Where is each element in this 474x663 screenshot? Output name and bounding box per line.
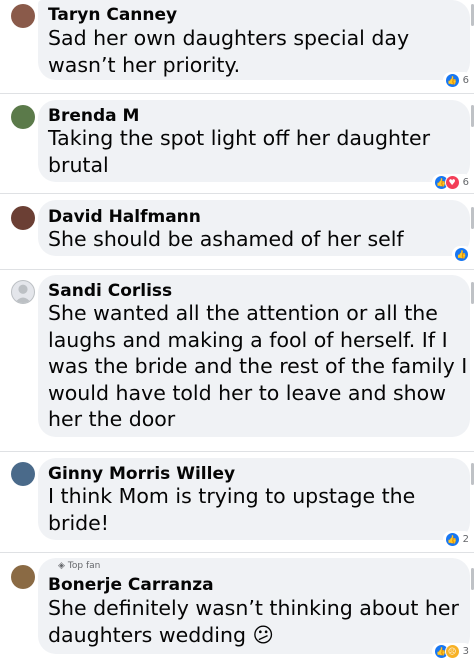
avatar[interactable] — [11, 462, 35, 486]
comment-bubble: Taryn Canney Sad her own daughters speci… — [38, 0, 470, 80]
reaction-summary[interactable]: 👍 6 — [442, 72, 472, 88]
reaction-count: 2 — [462, 533, 469, 545]
comment-item: Ginny Morris Willey I think Mom is tryin… — [0, 458, 474, 547]
divider — [0, 451, 474, 452]
sad-icon: ☹ — [444, 643, 460, 659]
comment-bubble: David Halfmann She should be ashamed of … — [38, 200, 470, 256]
commenter-name[interactable]: Brenda M — [48, 106, 139, 126]
divider — [0, 269, 474, 270]
like-icon: 👍 — [454, 246, 469, 262]
comment-text: I think Mom is trying to upstage the bri… — [48, 484, 416, 535]
top-fan-badge: ◈ Top fan — [58, 561, 100, 571]
reaction-summary[interactable]: 👍 2 — [442, 531, 472, 547]
divider — [0, 552, 474, 553]
comment-item: Taryn Canney Sad her own daughters speci… — [0, 0, 474, 92]
comment-item: Brenda M Taking the spot light off her d… — [0, 100, 474, 192]
reaction-summary[interactable]: 👍 — [452, 246, 472, 262]
divider — [0, 93, 474, 94]
divider — [0, 193, 474, 194]
comment-item: David Halfmann She should be ashamed of … — [0, 200, 474, 262]
love-icon: ♥ — [444, 174, 460, 190]
avatar[interactable] — [11, 206, 35, 230]
avatar[interactable] — [11, 280, 35, 304]
comment-item: Sandi Corliss She wanted all the attenti… — [0, 275, 474, 445]
comment-text: She wanted all the attention or all the … — [48, 301, 468, 431]
comment-bubble: Brenda M Taking the spot light off her d… — [38, 100, 470, 182]
comment-bubble: Ginny Morris Willey I think Mom is tryin… — [38, 458, 470, 540]
commenter-name[interactable]: Taryn Canney — [48, 5, 177, 25]
like-icon: 👍 — [444, 531, 460, 547]
reaction-count: 3 — [462, 645, 469, 657]
default-avatar-icon — [14, 284, 32, 303]
diamond-icon: ◈ — [58, 561, 65, 571]
comment-text: Sad her own daughters special day wasn’t… — [48, 26, 410, 77]
commenter-name[interactable]: Sandi Corliss — [48, 281, 172, 301]
reaction-count: 6 — [462, 74, 469, 86]
comment-text: She definitely wasn’t thinking about her… — [48, 596, 459, 647]
comment-text: Taking the spot light off her daughter b… — [48, 126, 431, 177]
reaction-summary[interactable]: 👍 ♥ 6 — [431, 174, 472, 190]
avatar[interactable] — [11, 565, 35, 589]
avatar[interactable] — [11, 4, 35, 28]
comment-item: ◈ Top fan Bonerje Carranza She definitely… — [0, 558, 474, 663]
commenter-name[interactable]: Ginny Morris Willey — [48, 464, 235, 484]
comment-bubble: ◈ Top fan Bonerje Carranza She definitely… — [38, 558, 470, 654]
reaction-summary[interactable]: 👍 ☹ 3 — [431, 643, 472, 659]
top-fan-label: Top fan — [67, 561, 101, 571]
commenter-name[interactable]: David Halfmann — [48, 207, 201, 227]
comment-bubble: Sandi Corliss She wanted all the attenti… — [38, 275, 470, 437]
commenter-name[interactable]: Bonerje Carranza — [48, 575, 214, 595]
avatar[interactable] — [11, 105, 35, 129]
like-icon: 👍 — [444, 72, 460, 88]
reaction-count: 6 — [462, 176, 469, 188]
comment-text: She should be ashamed of her self — [48, 227, 404, 251]
